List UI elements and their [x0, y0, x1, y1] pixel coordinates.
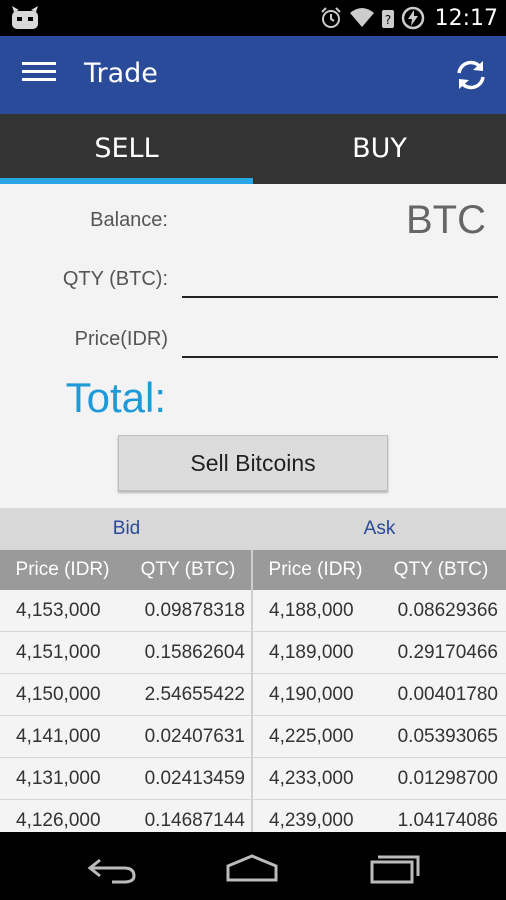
status-bar: ? 12:17	[0, 0, 506, 36]
ask-title: Ask	[363, 518, 396, 539]
ask-price-header: Price (IDR)	[268, 559, 363, 580]
bid-qty: 0.02413459	[144, 768, 245, 789]
ask-price: 4,225,000	[269, 726, 354, 747]
ask-qty: 0.05393065	[397, 726, 498, 747]
table-row: 4,141,000 0.02407631 4,225,000 0.0539306…	[0, 716, 506, 758]
table-row: 4,151,000 0.15862604 4,189,000 0.2917046…	[0, 632, 506, 674]
hamburger-menu-icon[interactable]	[22, 62, 56, 88]
ask-qty: 0.00401780	[397, 684, 498, 705]
ask-price: 4,189,000	[269, 642, 354, 663]
back-icon[interactable]	[82, 846, 142, 886]
qty-label: QTY (BTC):	[62, 268, 168, 290]
bid-price: 4,150,000	[16, 684, 101, 705]
bid-qty-header: QTY (BTC)	[140, 559, 236, 580]
order-book: Bid Ask Price (IDR) QTY (BTC) Price (IDR…	[0, 508, 506, 832]
sell-form: Balance: BTC QTY (BTC): Price(IDR) Total…	[0, 184, 506, 508]
ask-qty: 0.08629366	[397, 600, 498, 621]
balance-label: Balance:	[90, 209, 168, 231]
table-row: 4,153,000 0.09878318 4,188,000 0.0862936…	[0, 590, 506, 632]
home-icon[interactable]	[222, 846, 282, 886]
ask-qty: 0.01298700	[397, 768, 498, 789]
refresh-icon[interactable]	[452, 56, 490, 94]
no-signal-icon: ?	[381, 10, 394, 28]
table-row: 4,150,000 2.54655422 4,190,000 0.0040178…	[0, 674, 506, 716]
price-label: Price(IDR)	[74, 328, 168, 350]
qty-input[interactable]	[182, 258, 498, 298]
bid-price: 4,131,000	[16, 768, 101, 789]
bid-qty: 0.02407631	[144, 726, 245, 747]
bid-qty: 0.14687144	[144, 810, 245, 831]
bid-price: 4,151,000	[16, 642, 101, 663]
sell-bitcoins-button[interactable]: Sell Bitcoins	[118, 435, 388, 491]
cyanogen-icon	[12, 6, 38, 29]
status-clock: 12:17	[434, 5, 498, 31]
recent-apps-icon[interactable]	[364, 846, 424, 886]
bid-price: 4,153,000	[16, 600, 101, 621]
bid-qty: 0.15862604	[144, 642, 245, 663]
table-row: 4,126,000 0.14687144 4,239,000 1.0417408…	[0, 800, 506, 832]
bid-qty: 2.54655422	[144, 684, 245, 705]
ask-qty: 1.04174086	[397, 810, 498, 831]
order-book-header: Bid Ask	[0, 508, 506, 550]
column-headers: Price (IDR) QTY (BTC) Price (IDR) QTY (B…	[0, 550, 506, 590]
price-input[interactable]	[182, 318, 498, 358]
tab-sell[interactable]: SELL	[0, 114, 253, 184]
table-row: 4,131,000 0.02413459 4,233,000 0.0129870…	[0, 758, 506, 800]
bid-price: 4,141,000	[16, 726, 101, 747]
ask-price: 4,188,000	[269, 600, 354, 621]
svg-text:?: ?	[384, 13, 390, 27]
action-bar: Trade	[0, 36, 506, 114]
ask-qty: 0.29170466	[397, 642, 498, 663]
bid-price: 4,126,000	[16, 810, 101, 831]
ask-qty-header: QTY (BTC)	[393, 559, 489, 580]
ask-price: 4,233,000	[269, 768, 354, 789]
battery-charging-icon	[401, 6, 424, 30]
wifi-icon	[349, 8, 374, 27]
alarm-icon	[320, 7, 341, 28]
tab-buy[interactable]: BUY	[253, 114, 506, 184]
ask-price: 4,190,000	[269, 684, 354, 705]
bid-qty: 0.09878318	[144, 600, 245, 621]
navigation-bar	[0, 832, 506, 900]
balance-unit: BTC	[406, 198, 486, 242]
tab-bar: SELL BUY	[0, 114, 506, 184]
page-title: Trade	[84, 58, 158, 89]
bid-price-header: Price (IDR)	[15, 559, 110, 580]
bid-title: Bid	[112, 518, 141, 539]
ask-price: 4,239,000	[269, 810, 354, 831]
total-label: Total:	[65, 374, 166, 421]
